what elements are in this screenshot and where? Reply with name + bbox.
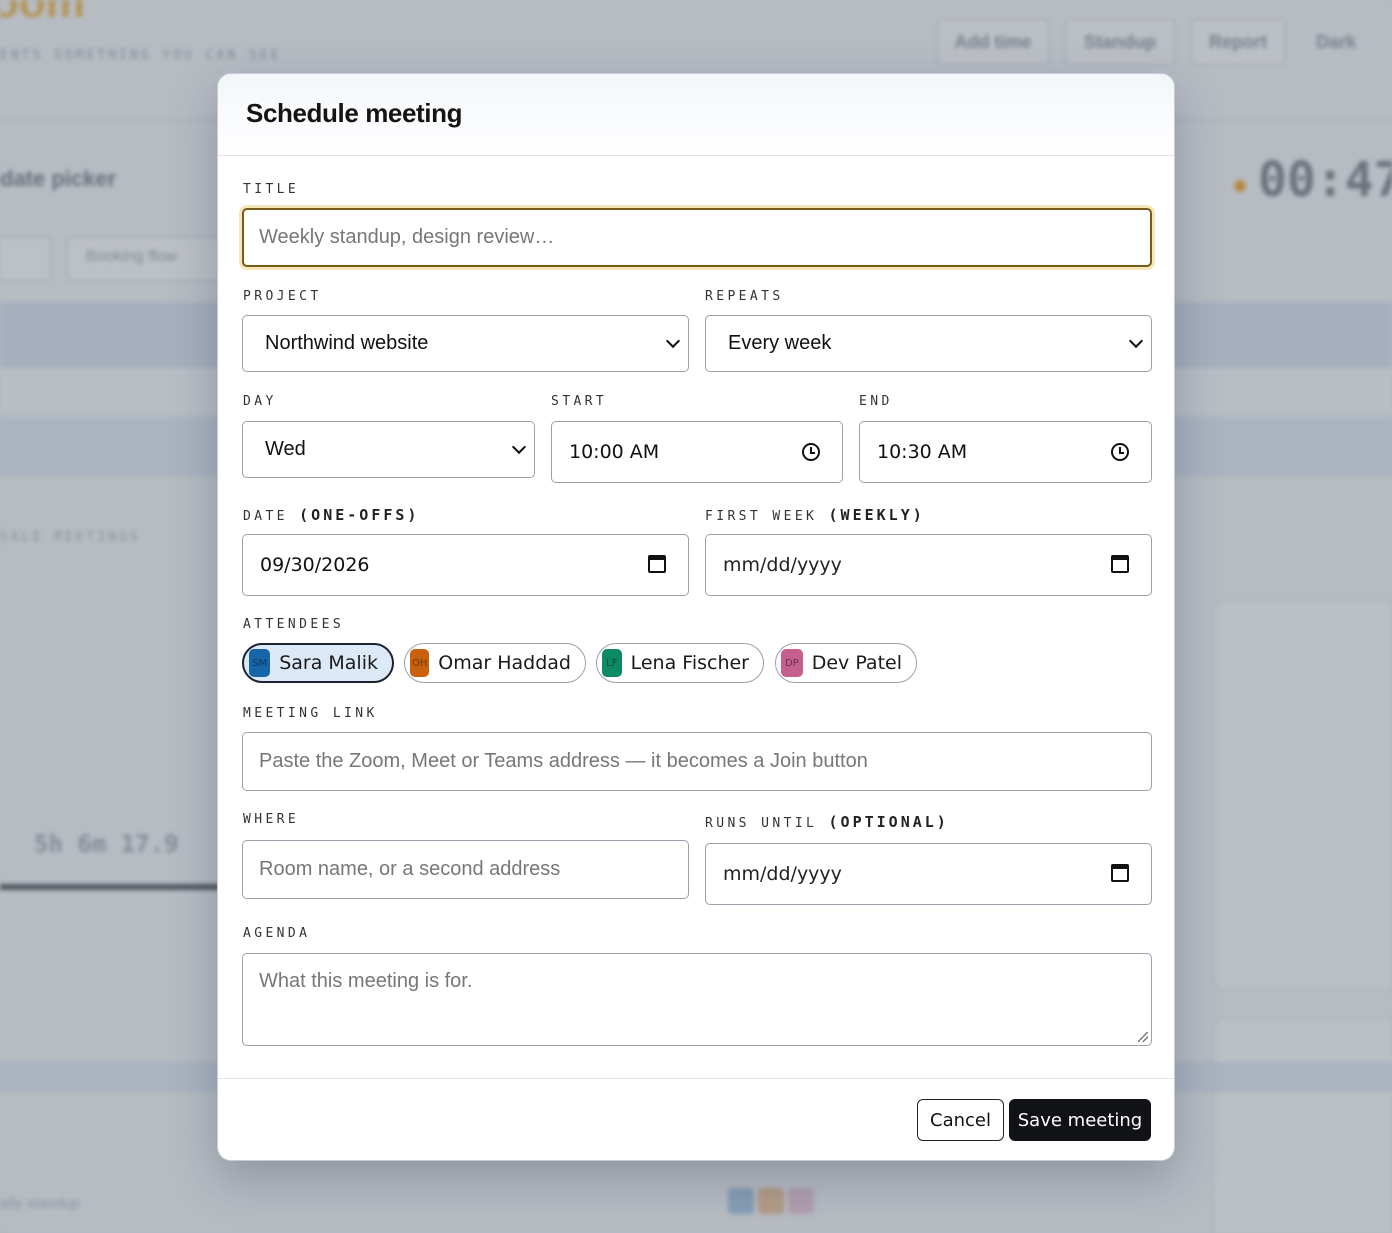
date-label-text: DATE (243, 509, 288, 524)
chevron-down-icon (1128, 333, 1144, 348)
date-label: DATE (ONE-OFFS) (243, 506, 419, 524)
title-placeholder: Weekly standup, design review… (259, 226, 555, 248)
where-label: WHERE (243, 812, 300, 827)
schedule-meeting-dialog: Schedule meeting TITLE Weekly standup, d… (217, 73, 1175, 1161)
day-label: DAY (243, 394, 277, 409)
date-value: 09/30/2026 (260, 554, 370, 576)
agenda-textarea[interactable]: What this meeting is for. (242, 953, 1152, 1046)
save-meeting-button[interactable]: Save meeting (1009, 1099, 1151, 1141)
dialog-footer-divider (218, 1078, 1174, 1079)
attendee-name: Dev Patel (811, 652, 902, 674)
meeting-link-input[interactable]: Paste the Zoom, Meet or Teams address — … (242, 732, 1152, 791)
runs-until-input[interactable]: mm/dd/yyyy (705, 843, 1152, 905)
chevron-down-icon (665, 333, 681, 348)
resize-handle-icon[interactable] (1138, 1032, 1148, 1042)
repeats-label: REPEATS (705, 289, 784, 304)
first-week-label-qualifier: (WEEKLY) (828, 506, 925, 524)
first-week-value: mm/dd/yyyy (723, 554, 842, 576)
repeats-value: Every week (728, 332, 832, 354)
title-input[interactable]: Weekly standup, design review… (242, 208, 1152, 267)
runs-until-label-qualifier: (OPTIONAL) (828, 813, 949, 831)
runs-until-label: RUNS UNTIL (OPTIONAL) (705, 813, 949, 831)
first-week-label-text: FIRST WEEK (705, 509, 818, 524)
attendee-chip-sara-malik[interactable]: SM Sara Malik (242, 643, 394, 683)
cancel-button[interactable]: Cancel (917, 1099, 1004, 1141)
start-label: START (551, 394, 608, 409)
date-input[interactable]: 09/30/2026 (242, 534, 689, 596)
start-value: 10:00 AM (569, 441, 660, 463)
attendee-chip-dev-patel[interactable]: DP Dev Patel (775, 643, 917, 683)
agenda-placeholder: What this meeting is for. (259, 970, 473, 992)
attendee-chip-lena-fischer[interactable]: LF Lena Fischer (596, 643, 764, 683)
agenda-label: AGENDA (243, 926, 311, 941)
end-time-input[interactable]: 10:30 AM (859, 421, 1152, 483)
first-week-input[interactable]: mm/dd/yyyy (705, 534, 1152, 596)
end-label: END (859, 394, 893, 409)
meeting-link-placeholder: Paste the Zoom, Meet or Teams address — … (259, 750, 868, 772)
project-value: Northwind website (265, 332, 429, 354)
day-value: Wed (265, 438, 306, 460)
attendee-name: Lena Fischer (630, 652, 749, 674)
end-value: 10:30 AM (877, 441, 968, 463)
project-select[interactable]: Northwind website (242, 315, 689, 372)
meeting-link-label: MEETING LINK (243, 706, 378, 721)
day-select[interactable]: Wed (242, 421, 535, 478)
start-time-input[interactable]: 10:00 AM (551, 421, 843, 483)
avatar: LF (602, 649, 622, 677)
avatar: OH (410, 649, 430, 677)
dialog-title: Schedule meeting (246, 98, 463, 128)
repeats-select[interactable]: Every week (705, 315, 1152, 372)
clock-icon[interactable] (802, 443, 820, 461)
calendar-icon[interactable] (1111, 555, 1129, 573)
clock-icon[interactable] (1111, 443, 1129, 461)
avatar: DP (781, 649, 803, 677)
calendar-icon[interactable] (648, 555, 666, 573)
attendee-name: Omar Haddad (438, 652, 571, 674)
title-label: TITLE (243, 182, 300, 197)
attendees-label: ATTENDEES (243, 617, 345, 632)
runs-until-label-text: RUNS UNTIL (705, 816, 818, 831)
first-week-label: FIRST WEEK (WEEKLY) (705, 506, 925, 524)
calendar-icon[interactable] (1111, 864, 1129, 882)
project-label: PROJECT (243, 289, 322, 304)
avatar: SM (249, 649, 271, 677)
date-label-qualifier: (ONE-OFFS) (299, 506, 420, 524)
attendee-name: Sara Malik (279, 652, 378, 674)
where-input[interactable]: Room name, or a second address (242, 840, 689, 899)
chevron-down-icon (511, 439, 527, 454)
attendee-chip-omar-haddad[interactable]: OH Omar Haddad (404, 643, 586, 683)
runs-until-value: mm/dd/yyyy (723, 863, 842, 885)
dialog-header: Schedule meeting (218, 74, 1174, 156)
where-placeholder: Room name, or a second address (259, 858, 561, 880)
